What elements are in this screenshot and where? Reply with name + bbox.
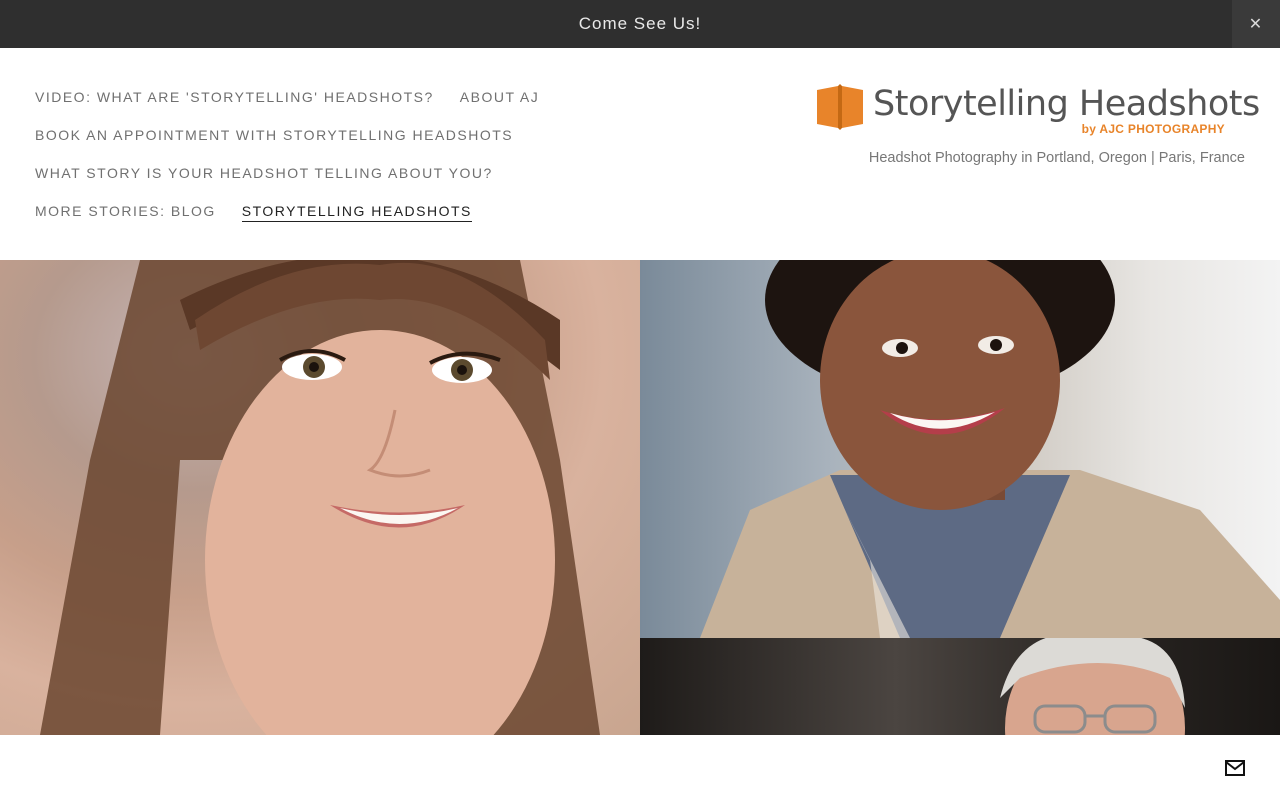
nav-row: WHAT STORY IS YOUR HEADSHOT TELLING ABOU… <box>35 164 539 202</box>
nav-link-video[interactable]: VIDEO: WHAT ARE 'STORYTELLING' HEADSHOTS… <box>35 88 434 106</box>
nav-link-about[interactable]: ABOUT AJ <box>460 88 539 106</box>
logo-title: Storytelling Headshots <box>873 84 1260 124</box>
nav-link-blog[interactable]: MORE STORIES: BLOG <box>35 202 216 220</box>
mail-icon[interactable] <box>1225 759 1245 777</box>
announcement-text[interactable]: Come See Us! <box>579 14 702 34</box>
portrait-illustration <box>700 260 1280 638</box>
nav-row: BOOK AN APPOINTMENT WITH STORYTELLING HE… <box>35 126 539 164</box>
footer-bar <box>0 735 1280 800</box>
nav-link-story[interactable]: WHAT STORY IS YOUR HEADSHOT TELLING ABOU… <box>35 164 493 182</box>
nav-row: MORE STORIES: BLOG STORYTELLING HEADSHOT… <box>35 202 539 240</box>
open-book-icon <box>817 84 863 130</box>
site-tagline: Headshot Photography in Portland, Oregon… <box>868 150 1245 166</box>
logo-subtitle: by AJC PHOTOGRAPHY <box>1081 122 1225 136</box>
site-header: VIDEO: WHAT ARE 'STORYTELLING' HEADSHOTS… <box>0 48 1280 260</box>
announcement-bar[interactable]: Come See Us! ✕ <box>0 0 1280 48</box>
site-logo[interactable]: Storytelling Headshots by AJC PHOTOGRAPH… <box>815 82 1260 140</box>
nav-link-storytelling-active[interactable]: STORYTELLING HEADSHOTS <box>241 202 472 222</box>
headshot-photo-woman-bangs[interactable] <box>0 260 640 735</box>
photo-gallery <box>0 260 1280 735</box>
nav-row: VIDEO: WHAT ARE 'STORYTELLING' HEADSHOTS… <box>35 88 539 126</box>
headshot-photo-woman-blazer[interactable] <box>640 260 1280 638</box>
main-nav: VIDEO: WHAT ARE 'STORYTELLING' HEADSHOTS… <box>35 88 539 240</box>
portrait-illustration <box>40 260 600 735</box>
headshot-photo-man-glasses[interactable] <box>640 638 1280 735</box>
portrait-illustration <box>1000 638 1185 735</box>
close-glyph[interactable]: ✕ <box>1249 14 1263 34</box>
nav-link-book[interactable]: BOOK AN APPOINTMENT WITH STORYTELLING HE… <box>35 126 513 144</box>
brand-block: Storytelling Headshots by AJC PHOTOGRAPH… <box>815 82 1260 202</box>
close-icon[interactable]: ✕ <box>1232 0 1280 48</box>
